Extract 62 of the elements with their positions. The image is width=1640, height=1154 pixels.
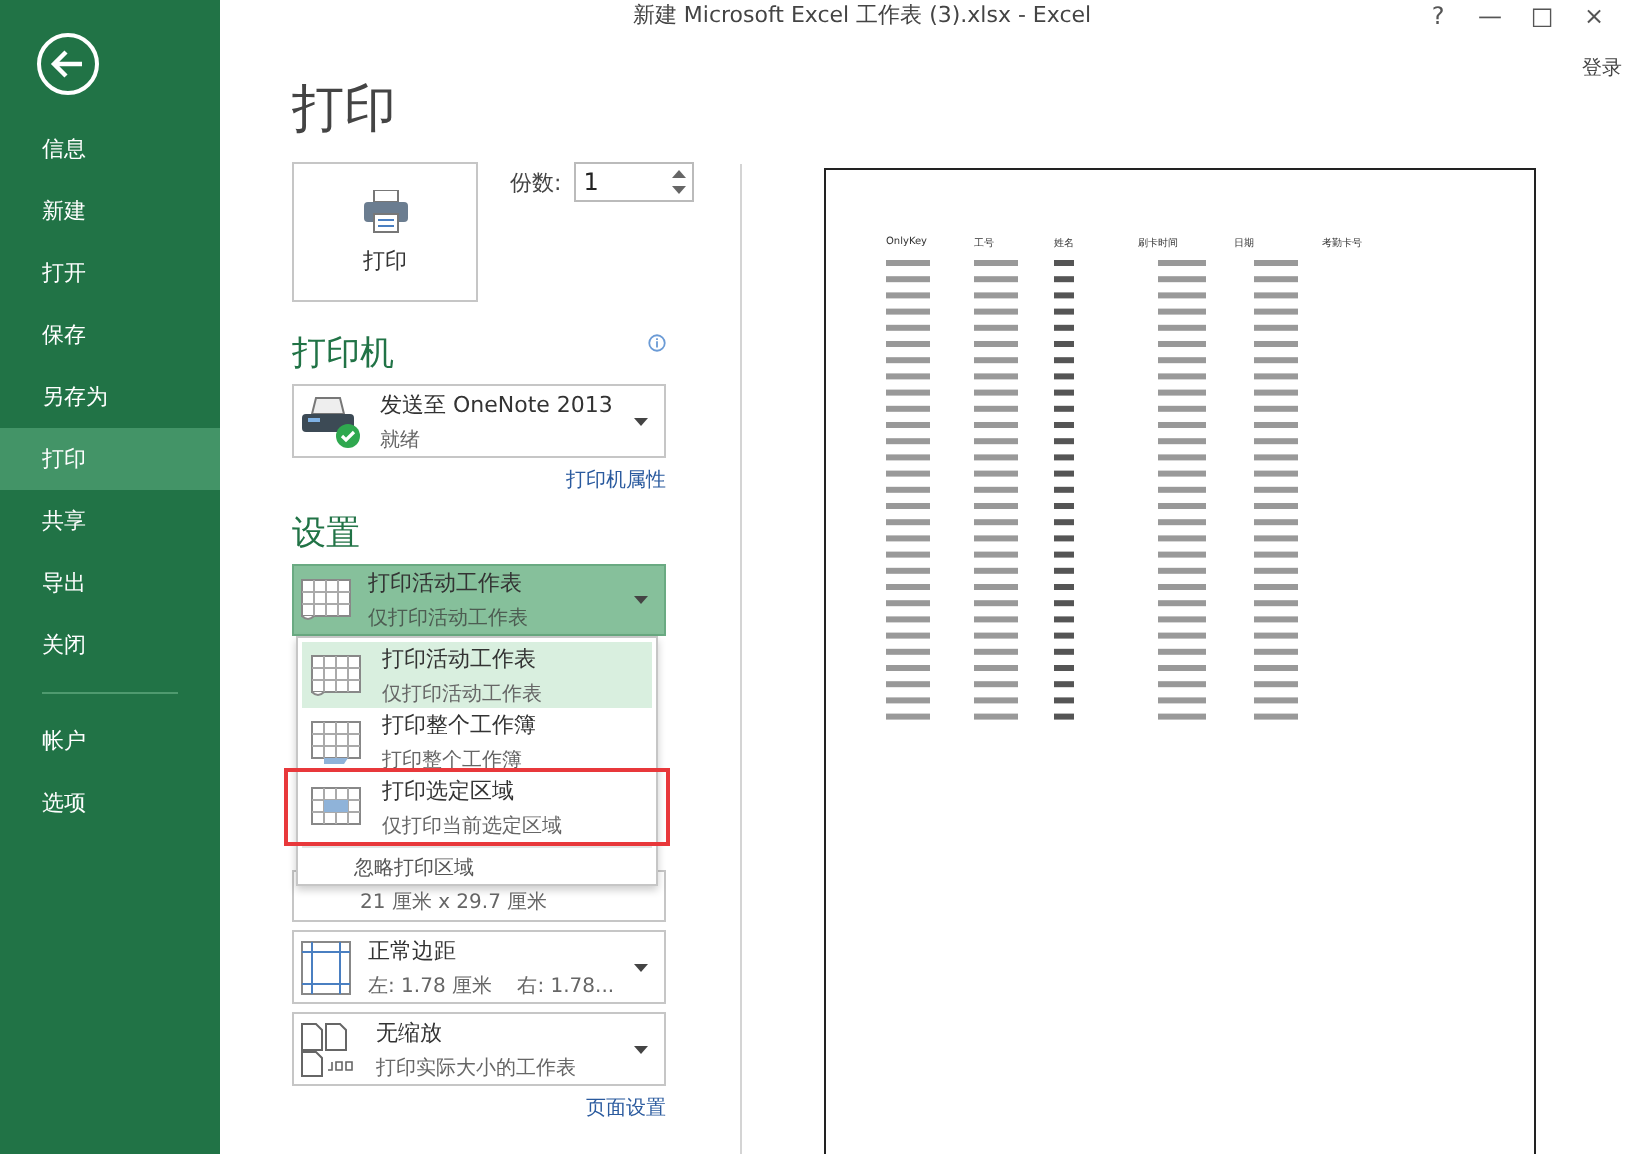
caret-icon [634,417,648,425]
sidebar-item[interactable]: 保存 [0,304,220,366]
sidebar-item[interactable]: 帐户 [0,710,220,772]
option-title: 打印活动工作表 [368,568,524,598]
sidebar-item[interactable]: 导出 [0,552,220,614]
menu-option[interactable]: 打印活动工作表 仅打印活动工作表 [302,642,652,708]
caret-icon [634,596,648,604]
window-control[interactable]: ? [1424,1,1452,29]
window-control[interactable]: □ [1528,1,1556,29]
settings-heading: 设置 [292,512,360,556]
sidebar-item[interactable]: 关闭 [0,614,220,676]
option-description: 仅打印活动工作表 [368,605,530,632]
printer-properties-link[interactable]: 打印机属性 [292,466,666,494]
menu-option[interactable]: 打印整个工作簿 打印整个工作簿 [302,708,652,774]
window-title: 新建 Microsoft Excel 工作表 (3).xlsx - Excel [630,0,1094,30]
back-icon[interactable] [36,32,100,96]
caret-icon [634,963,648,971]
margins-dropdown[interactable]: 正常边距 左: 1.78 厘米 右: 1.78... [292,930,666,1004]
printer-dropdown[interactable]: 发送至 OneNote 2013 就绪 [292,384,666,458]
workbook-icon [310,719,362,763]
option-title: 打印整个工作簿 [382,709,538,739]
option-description: 打印实际大小的工作表 [376,1055,578,1081]
selection-icon [310,785,362,829]
option-title: 打印选定区域 [382,775,516,805]
sign-in-link[interactable]: 登录 [1582,54,1622,82]
option-description: 21 厘米 x 29.7 厘米 [360,889,550,916]
print-scope-dropdown[interactable]: 打印活动工作表 仅打印活动工作表 [292,564,666,636]
sidebar-item[interactable]: 打印 [0,428,220,490]
sidebar-item[interactable]: 信息 [0,118,220,180]
sidebar-item[interactable]: 共享 [0,490,220,552]
sheet-icon [300,578,352,622]
sheet-icon [310,653,362,697]
sidebar-item[interactable]: 另存为 [0,366,220,428]
page-title: 打印 [292,78,398,144]
menu-option[interactable]: 打印选定区域 仅打印当前选定区域 [290,774,664,840]
window-control[interactable]: × [1580,1,1608,29]
copies-label: 份数: [510,167,562,197]
ignore-print-area-option[interactable]: 忽略打印区域 [302,846,652,880]
option-description: 左: 1.78 厘米 右: 1.78... [368,973,617,999]
copies-field[interactable]: 1 [573,162,694,202]
option-description: 仅打印活动工作表 [382,681,544,707]
option-title: 无缩放 [376,1017,444,1047]
printer-status: 就绪 [380,427,422,453]
margins-icon [300,939,352,995]
sidebar-item[interactable]: 选项 [0,772,220,834]
print-button[interactable]: 打印 [292,162,478,302]
printer-icon [361,189,409,233]
scaling-dropdown[interactable]: 无缩放 打印实际大小的工作表 [292,1012,666,1086]
printer-name: 发送至 OneNote 2013 [380,389,615,419]
option-description: 仅打印当前选定区域 [382,813,564,839]
page-setup-link[interactable]: 页面设置 [292,1094,666,1122]
sidebar-item[interactable]: 打开 [0,242,220,304]
caret-icon [634,1045,648,1053]
info-icon[interactable] [648,334,666,352]
printer-heading: 打印机 [292,332,394,376]
spin-arrows-icon[interactable] [671,170,686,194]
sidebar-item[interactable]: 新建 [0,180,220,242]
option-title: 正常边距 [368,935,458,965]
window-control[interactable]: — [1476,1,1504,29]
option-description: 打印整个工作簿 [382,747,524,773]
printer-ready-icon [300,393,364,449]
option-title: 打印活动工作表 [382,643,538,673]
